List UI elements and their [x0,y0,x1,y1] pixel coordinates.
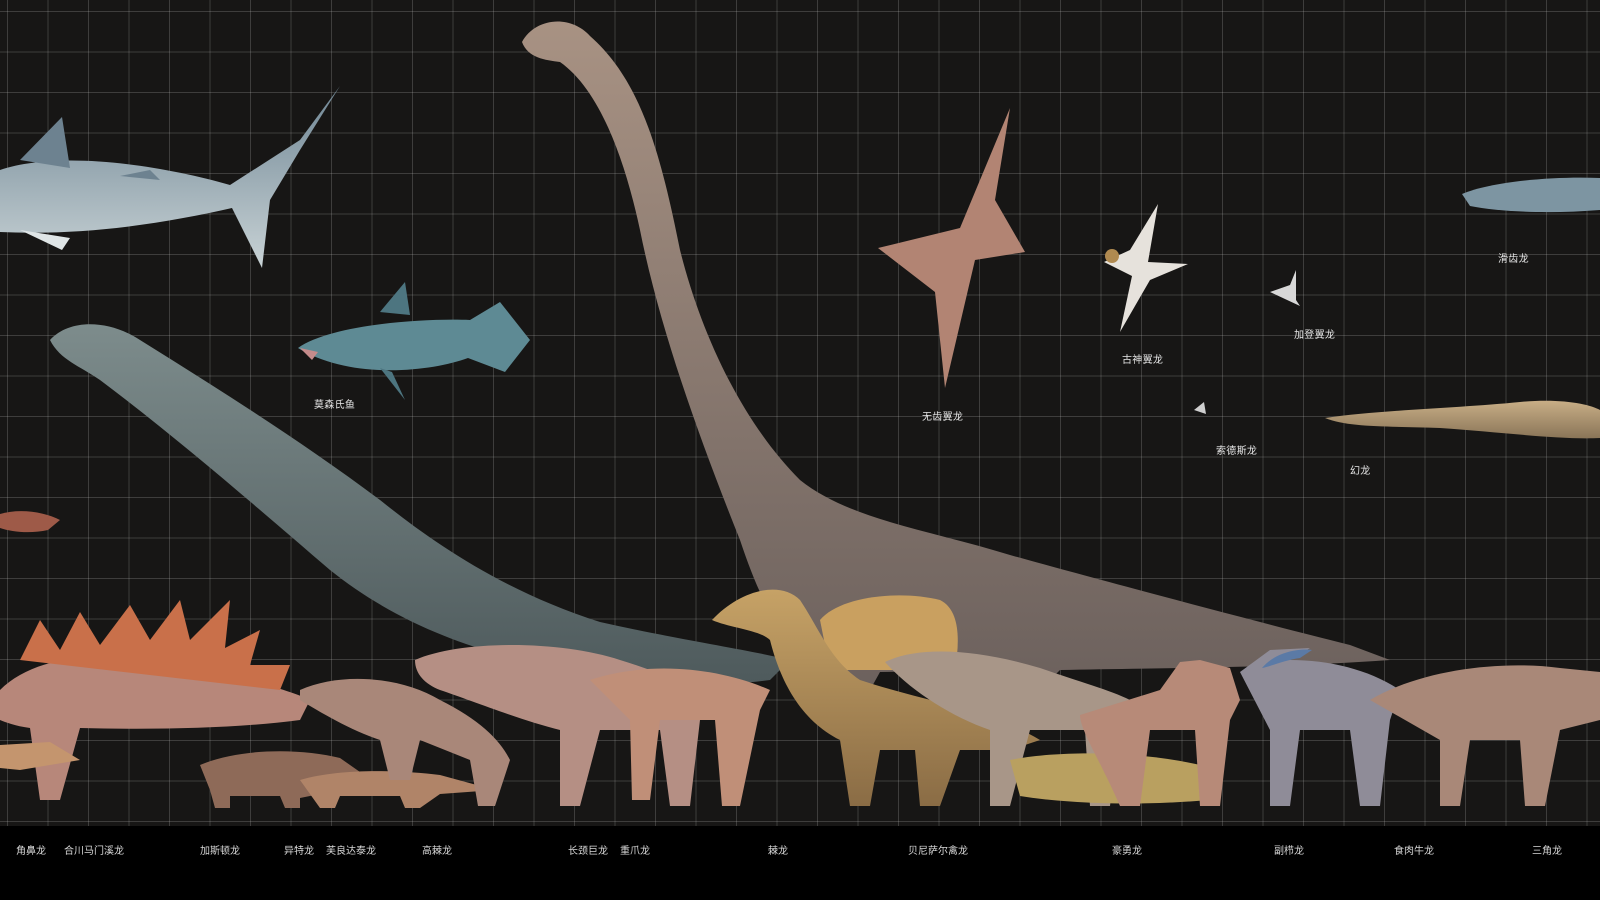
label-coelacanth: 莫森氏鱼 [314,400,356,411]
bottom-label: 食肉牛龙 [1394,846,1434,857]
label-plesiosaur: 幻龙 [1350,466,1371,477]
giraffatitan-icon [522,21,1390,691]
bottom-label: 豪勇龙 [1112,846,1142,857]
label-small-pterosaur: 加登翼龙 [1294,330,1336,341]
bottom-label: 异特龙 [284,846,314,857]
label-tupandactylus: 古神翼龙 [1122,355,1164,366]
parasaurolophus-icon [1240,648,1400,806]
small-pterosaur-icon [1270,270,1300,306]
creature-illustrations [0,21,1600,808]
label-quetzalcoatlus: 无齿翼龙 [922,412,964,423]
label-sordes: 索德斯龙 [1216,446,1258,457]
coelacanth-icon [298,282,530,400]
quetzalcoatlus-icon [878,108,1025,388]
size-comparison-canvas: 莫森氏鱼 无齿翼龙 古神翼龙 加登翼龙 索德斯龙 滑齿龙 幻龙 角鼻龙 合川马门… [0,0,1600,900]
fish-icon [0,511,60,533]
tupandactylus-icon [1104,204,1188,332]
carnotaurus-icon [1370,665,1600,806]
bottom-label: 贝尼萨尔禽龙 [908,846,968,857]
bottom-label: 角鼻龙 [16,846,46,857]
bottom-label: 三角龙 [1532,846,1562,857]
bottom-label: 长颈巨龙 [568,846,608,857]
bottom-label: 高棘龙 [422,846,452,857]
bottom-label: 棘龙 [768,846,788,857]
plesiosaur-icon [1325,400,1600,439]
liopleurodon-icon [1462,177,1600,213]
label-liopleurodon: 滑齿龙 [1498,254,1529,265]
bottom-label: 合川马门溪龙 [64,846,124,857]
bottom-label: 重爪龙 [620,846,650,857]
ground-label-band [0,826,1600,900]
sordes-icon [1194,402,1206,414]
whale-shark-icon [0,86,340,268]
bottom-label: 副栉龙 [1274,846,1304,857]
bottom-label: 加斯顿龙 [200,846,240,857]
bottom-label: 芙良达泰龙 [326,846,376,857]
